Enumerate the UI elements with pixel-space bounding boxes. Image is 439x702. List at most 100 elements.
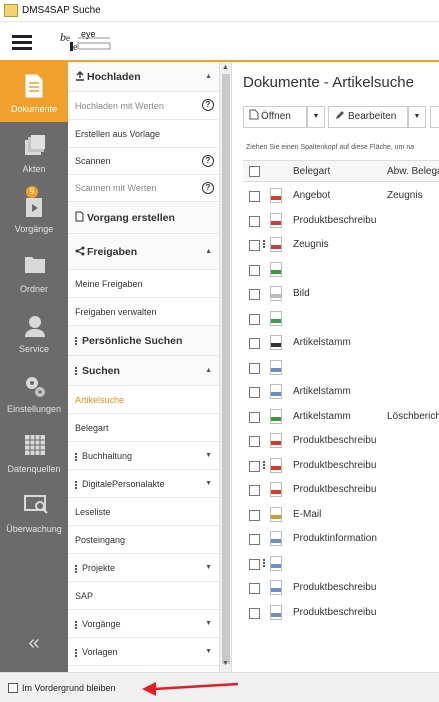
- row-context-menu-icon[interactable]: [263, 460, 266, 470]
- table-row[interactable]: Produktbeschreibu: [243, 429, 439, 454]
- menu-section-freigaben[interactable]: Freigaben ▲: [68, 234, 219, 270]
- menu-item-freigaben-verwalten[interactable]: Freigaben verwalten: [68, 298, 219, 326]
- sidebar-item-label: Ordner: [19, 284, 48, 294]
- scroll-down-icon[interactable]: ▼: [222, 660, 229, 667]
- table-row[interactable]: E-Mail: [243, 503, 439, 528]
- row-checkbox[interactable]: [249, 240, 260, 251]
- table-row[interactable]: Artikelstamm Löschbericht: [243, 405, 439, 430]
- row-checkbox[interactable]: [249, 460, 260, 472]
- stay-on-top-checkbox[interactable]: [8, 683, 18, 693]
- menu-scrollbar[interactable]: ▲ ▼: [220, 62, 232, 672]
- table-row[interactable]: Artikelstamm: [243, 331, 439, 356]
- menu-item-sap[interactable]: SAP: [68, 582, 219, 610]
- menu-section-suchen[interactable]: Suchen ▲: [68, 356, 219, 386]
- collapse-sidebar-button[interactable]: «: [0, 614, 68, 672]
- sidebar-item-dokumente[interactable]: Dokumente: [0, 62, 68, 122]
- row-checkbox[interactable]: [249, 607, 260, 619]
- row-checkbox[interactable]: [249, 558, 260, 570]
- menu-item-vorlagen[interactable]: Vorlagen ▼: [68, 638, 219, 666]
- row-checkbox[interactable]: [249, 191, 260, 202]
- table-row[interactable]: Zeugnis: [243, 233, 439, 258]
- app-header: b e e eye: [0, 22, 439, 60]
- row-checkbox[interactable]: [249, 362, 260, 374]
- menu-item-erstellen-vorlage[interactable]: Erstellen aus Vorlage: [68, 120, 219, 148]
- table-row[interactable]: Produktinformation: [243, 527, 439, 552]
- table-row[interactable]: [243, 307, 439, 332]
- menu-item-scannen[interactable]: Scannen ?: [68, 148, 219, 175]
- more-toolbar-button[interactable]: [430, 106, 439, 128]
- edit-button[interactable]: Bearbeiten: [328, 106, 408, 128]
- help-icon[interactable]: ?: [202, 99, 214, 111]
- xls-file-icon: [270, 408, 282, 424]
- row-checkbox[interactable]: [249, 411, 260, 423]
- sidebar-item-akten[interactable]: Akten: [0, 122, 68, 182]
- menu-item-artikelsuche[interactable]: Artikelsuche: [68, 386, 219, 414]
- sidebar-item-label: Service: [18, 344, 49, 354]
- menu-item-label: Leseliste: [75, 507, 111, 517]
- sidebar-item-datenquellen[interactable]: Datenquellen: [0, 422, 68, 482]
- menu-item-hochladen-werte[interactable]: Hochladen mit Werten ?: [68, 92, 219, 120]
- menu-item-label: Hochladen mit Werten: [75, 101, 164, 111]
- menu-item-leseliste[interactable]: Leseliste: [68, 498, 219, 526]
- sidebar-item-label: Dokumente: [10, 104, 58, 114]
- row-checkbox[interactable]: [249, 338, 260, 349]
- table-row[interactable]: Produktbeschreibu: [243, 209, 439, 234]
- row-checkbox[interactable]: [249, 485, 260, 496]
- row-context-menu-icon[interactable]: [263, 239, 266, 249]
- menu-item-buchhaltung[interactable]: Buchhaltung ▼: [68, 442, 219, 470]
- row-checkbox[interactable]: [249, 289, 260, 300]
- drag-handle-icon: [75, 366, 78, 376]
- table-row[interactable]: Produktbeschreibu: [243, 454, 439, 479]
- open-dropdown-button[interactable]: ▼: [307, 106, 325, 128]
- menu-item-scannen-werte[interactable]: Scannen mit Werten ?: [68, 175, 219, 202]
- sidebar-item-ueberwachung[interactable]: Überwachung: [0, 482, 68, 542]
- menu-item-projekte[interactable]: Projekte ▼: [68, 554, 219, 582]
- table-row[interactable]: Angebot Zeugnis: [243, 184, 439, 209]
- edit-dropdown-button[interactable]: ▼: [408, 106, 426, 128]
- table-row[interactable]: Bild: [243, 282, 439, 307]
- pdf-file-icon: [270, 212, 282, 228]
- open-button[interactable]: Öffnen: [243, 106, 307, 128]
- table-row[interactable]: [243, 258, 439, 283]
- scroll-up-icon[interactable]: ▲: [222, 64, 229, 71]
- sidebar-item-service[interactable]: Service: [0, 302, 68, 362]
- menu-item-posteingang[interactable]: Posteingang: [68, 526, 219, 554]
- menu-section-persoenliche-suchen[interactable]: Persönliche Suchen: [68, 326, 219, 356]
- menu-section-hochladen[interactable]: Hochladen ▲: [68, 62, 219, 92]
- table-row[interactable]: [243, 552, 439, 577]
- sidebar-item-einstellungen[interactable]: Einstellungen: [0, 362, 68, 422]
- row-checkbox[interactable]: [249, 436, 260, 447]
- sidebar-item-ordner[interactable]: Ordner: [0, 242, 68, 302]
- stay-on-top-label[interactable]: Im Vordergrund bleiben: [22, 683, 116, 693]
- row-checkbox[interactable]: [249, 534, 260, 545]
- menu-item-vorgang-erstellen[interactable]: Vorgang erstellen: [68, 202, 219, 234]
- help-icon[interactable]: ?: [202, 182, 214, 194]
- row-checkbox[interactable]: [249, 264, 260, 276]
- open-document-icon: [249, 109, 259, 120]
- table-row[interactable]: Produktbeschreibu: [243, 601, 439, 626]
- table-row[interactable]: [243, 356, 439, 381]
- hamburger-menu-icon[interactable]: [12, 35, 32, 50]
- menu-item-digitale-personalakte[interactable]: DigitalePersonalakte ▼: [68, 470, 219, 498]
- row-context-menu-icon[interactable]: [263, 558, 266, 568]
- row-checkbox[interactable]: [249, 387, 260, 398]
- cell-belegart: E-Mail: [293, 508, 322, 520]
- row-checkbox[interactable]: [249, 583, 260, 594]
- menu-item-vorgaenge[interactable]: Vorgänge ▼: [68, 610, 219, 638]
- table-row[interactable]: Produktbeschreibu: [243, 576, 439, 601]
- row-checkbox[interactable]: [249, 215, 260, 227]
- sidebar-item-vorgaenge[interactable]: 9 Vorgänge: [0, 182, 68, 242]
- help-icon[interactable]: ?: [202, 155, 214, 167]
- row-checkbox[interactable]: [249, 313, 260, 325]
- page-title: Dokumente - Artikelsuche: [243, 74, 414, 91]
- scrollbar-thumb[interactable]: [222, 74, 230, 664]
- row-checkbox[interactable]: [249, 509, 260, 521]
- menu-item-belegart[interactable]: Belegart: [68, 414, 219, 442]
- select-all-checkbox[interactable]: [249, 166, 260, 177]
- table-row[interactable]: Artikelstamm: [243, 380, 439, 405]
- menu-item-meine-freigaben[interactable]: Meine Freigaben: [68, 270, 219, 298]
- column-header-belegart[interactable]: Belegart: [293, 166, 330, 177]
- column-header-abw-belegart[interactable]: Abw. Belega: [387, 166, 439, 177]
- sidebar-item-label: Überwachung: [6, 524, 62, 534]
- table-row[interactable]: Produktbeschreibu: [243, 478, 439, 503]
